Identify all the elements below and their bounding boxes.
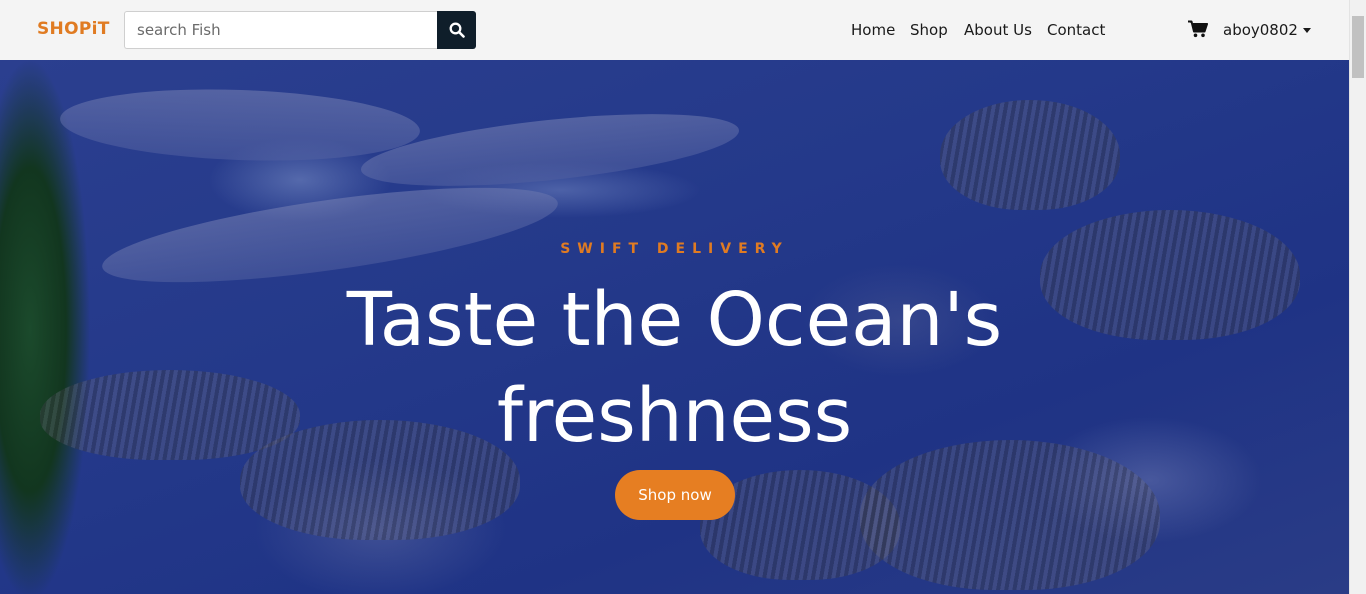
hero-headline: Taste the Ocean's freshness (0, 272, 1349, 464)
navbar: SHOPiT Home Shop About Us Contact aboy08… (0, 0, 1349, 60)
username-label: aboy0802 (1223, 21, 1298, 39)
hero-content: SWIFT DELIVERY Taste the Ocean's freshne… (0, 60, 1349, 594)
shop-now-button[interactable]: Shop now (615, 470, 735, 520)
nav-link-about-us[interactable]: About Us (964, 21, 1032, 39)
hero-headline-line-1: Taste the Ocean's (346, 277, 1003, 363)
nav-link-shop[interactable]: Shop (910, 21, 948, 39)
brand-logo[interactable]: SHOPiT (37, 19, 110, 39)
nav-link-contact[interactable]: Contact (1047, 21, 1105, 39)
cart-icon (1188, 20, 1208, 38)
caret-down-icon (1302, 27, 1311, 33)
search-icon (449, 22, 465, 38)
hero-headline-line-2: freshness (496, 373, 853, 459)
search-button[interactable] (437, 11, 476, 49)
search-input[interactable] (124, 11, 437, 49)
scrollbar-thumb[interactable] (1352, 16, 1364, 78)
nav-link-home[interactable]: Home (851, 21, 895, 39)
hero-banner: SWIFT DELIVERY Taste the Ocean's freshne… (0, 60, 1349, 594)
cart-button[interactable] (1188, 20, 1208, 43)
hero-tagline: SWIFT DELIVERY (560, 241, 789, 257)
page-scrollbar[interactable] (1349, 0, 1366, 594)
user-menu-toggle[interactable]: aboy0802 (1223, 21, 1311, 39)
